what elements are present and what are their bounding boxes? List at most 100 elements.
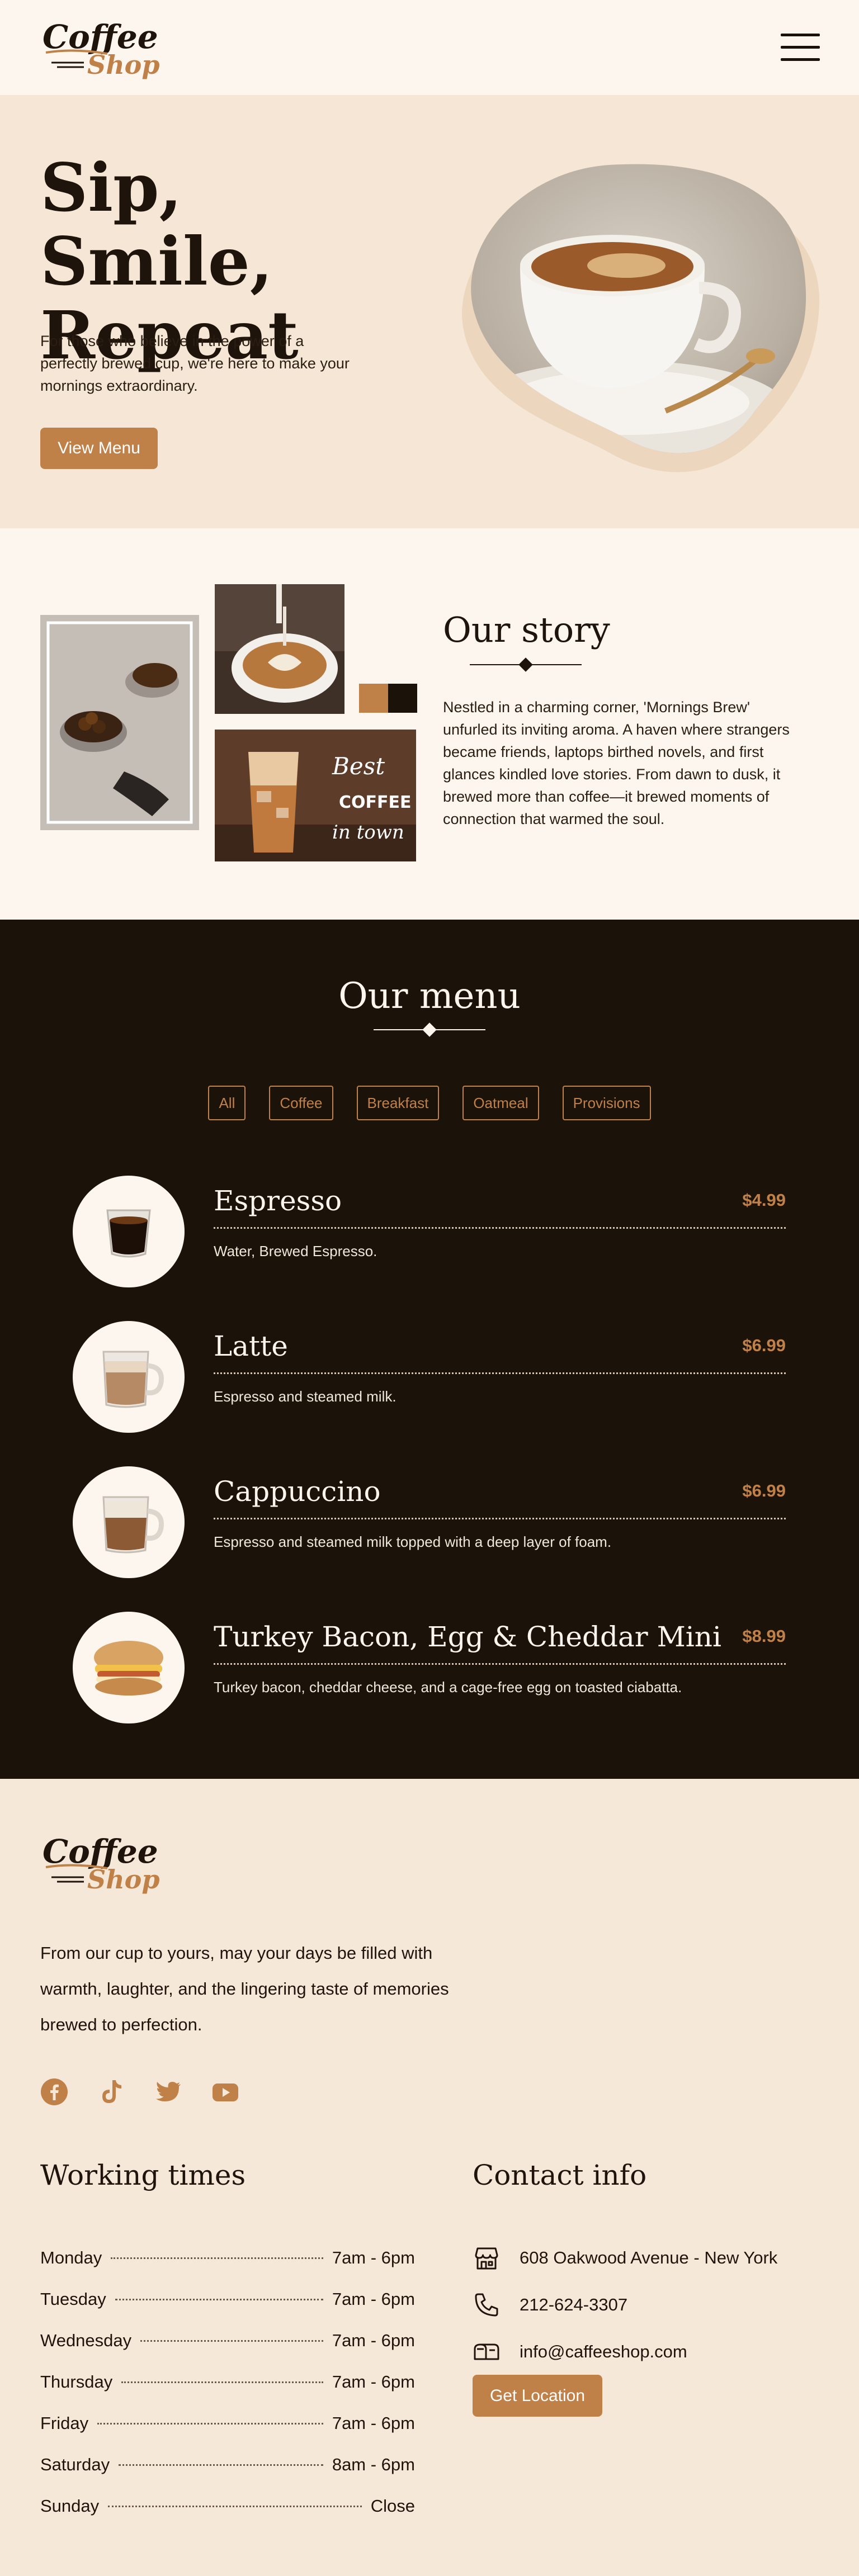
- contact-address: 608 Oakwood Avenue - New York: [473, 2234, 830, 2281]
- hours-day: Saturday: [40, 2455, 110, 2474]
- footer-logo[interactable]: Coffee Shop: [40, 1828, 169, 1895]
- portafilter-photo: [40, 615, 199, 830]
- svg-text:Best: Best: [332, 752, 385, 780]
- logo-mark: Coffee Shop: [43, 1832, 160, 1895]
- view-menu-button[interactable]: View Menu: [40, 428, 158, 469]
- contact-phone[interactable]: 212-624-3307: [473, 2281, 830, 2328]
- tiktok-icon[interactable]: [97, 2078, 125, 2106]
- menu-item-price: $6.99: [742, 1336, 786, 1355]
- filter-breakfast[interactable]: Breakfast: [356, 1086, 440, 1120]
- menu-item-name: Cappuccino: [214, 1475, 381, 1508]
- color-swatch-dark: [388, 684, 417, 713]
- mailbox-icon: [474, 2343, 499, 2360]
- hours-day: Tuesday: [40, 2289, 106, 2309]
- iced-coffee-photo: Best COFFEE in town: [215, 730, 416, 861]
- filter-provisions[interactable]: Provisions: [562, 1086, 651, 1120]
- our-menu-section: Our menu All Coffee Breakfast Oatmeal Pr…: [0, 920, 859, 1779]
- hero-coffee-image: [442, 148, 828, 484]
- phone-text: 212-624-3307: [520, 2295, 628, 2314]
- working-hours-list: Monday 7am - 6pm Tuesday 7am - 6pm Wednesd…: [40, 2237, 415, 2527]
- hours-row-saturday: Saturday 8am - 6pm: [40, 2444, 415, 2485]
- facebook-icon[interactable]: [40, 2078, 68, 2106]
- svg-text:COFFEE: COFFEE: [339, 793, 412, 812]
- logo-mark: Coffee Shop: [43, 18, 160, 80]
- menu-item-price: $4.99: [742, 1190, 786, 1210]
- hours-day: Monday: [40, 2248, 102, 2267]
- story-title: Our story: [443, 609, 610, 650]
- menu-item-dots: [214, 1227, 786, 1229]
- menu-item-turkey-bacon-sandwich[interactable]: Turkey Bacon, Egg & Cheddar Mini $8.99 T…: [73, 1612, 786, 1723]
- menu-item-desc: Turkey bacon, cheddar cheese, and a cage…: [214, 1679, 682, 1696]
- email-text: info@caffeeshop.com: [520, 2342, 687, 2361]
- logo[interactable]: Coffee Shop: [40, 13, 169, 80]
- hours-day: Wednesday: [40, 2331, 132, 2350]
- menu-item-dots: [214, 1372, 786, 1374]
- address-text: 608 Oakwood Avenue - New York: [520, 2248, 778, 2267]
- hours-time: Close: [370, 2496, 415, 2516]
- sandwich-icon: [73, 1612, 185, 1723]
- hero-title-line-1: Sip, Smile,: [40, 149, 273, 300]
- filter-oatmeal[interactable]: Oatmeal: [462, 1086, 539, 1120]
- latte-art-photo: [215, 584, 344, 714]
- social-links: [40, 2078, 239, 2106]
- svg-text:in town: in town: [332, 821, 404, 844]
- menu-item-dots: [214, 1663, 786, 1665]
- menu-divider: [374, 1022, 485, 1037]
- hours-time: 7am - 6pm: [332, 2289, 415, 2309]
- menu-item-dots: [214, 1518, 786, 1519]
- hours-row-thursday: Thursday 7am - 6pm: [40, 2361, 415, 2403]
- phone-icon: [475, 2293, 498, 2317]
- hours-row-wednesday: Wednesday 7am - 6pm: [40, 2320, 415, 2361]
- our-story-section: Best COFFEE in town Our story Nestled in…: [0, 528, 859, 920]
- hours-row-sunday: Sunday Close: [40, 2485, 415, 2527]
- svg-text:Shop: Shop: [87, 1864, 160, 1895]
- menu-item-price: $6.99: [742, 1481, 786, 1500]
- get-location-button[interactable]: Get Location: [473, 2375, 602, 2417]
- menu-item-desc: Espresso and steamed milk.: [214, 1388, 397, 1405]
- menu-filters: All Coffee Breakfast Oatmeal Provisions: [0, 1086, 859, 1120]
- menu-item-name: Latte: [214, 1330, 288, 1362]
- footer-tagline: From our cup to yours, may your days be …: [40, 1943, 449, 2034]
- hours-day: Friday: [40, 2413, 89, 2433]
- hours-time: 8am - 6pm: [332, 2455, 415, 2474]
- svg-text:Shop: Shop: [87, 50, 160, 80]
- youtube-icon[interactable]: [211, 2078, 239, 2106]
- hours-time: 7am - 6pm: [332, 2331, 415, 2350]
- twitter-icon[interactable]: [154, 2078, 182, 2106]
- menu-item-espresso[interactable]: Espresso $4.99 Water, Brewed Espresso.: [73, 1176, 786, 1287]
- menu-item-desc: Espresso and steamed milk topped with a …: [214, 1533, 612, 1550]
- story-text: Nestled in a charming corner, 'Mornings …: [443, 699, 790, 827]
- contact-info-title: Contact info: [473, 2159, 647, 2191]
- hero-text: For those who believe in the power of a …: [40, 333, 350, 394]
- hours-day: Sunday: [40, 2496, 100, 2516]
- filter-coffee[interactable]: Coffee: [269, 1086, 333, 1120]
- menu-item-desc: Water, Brewed Espresso.: [214, 1243, 377, 1259]
- hours-row-tuesday: Tuesday 7am - 6pm: [40, 2279, 415, 2320]
- cappuccino-mug-icon: [73, 1466, 185, 1578]
- store-icon: [475, 2247, 498, 2270]
- site-header: Coffee Shop: [0, 0, 859, 95]
- color-swatch-caramel: [359, 684, 388, 713]
- site-footer: Coffee Shop From our cup to yours, may y…: [0, 1779, 859, 2576]
- hours-row-monday: Monday 7am - 6pm: [40, 2237, 415, 2279]
- contact-info-list: 608 Oakwood Avenue - New York 212-624-33…: [473, 2234, 830, 2375]
- latte-mug-icon: [73, 1321, 185, 1433]
- hours-row-friday: Friday 7am - 6pm: [40, 2403, 415, 2444]
- menu-item-name: Turkey Bacon, Egg & Cheddar Mini: [214, 1621, 721, 1653]
- menu-title: Our menu: [338, 976, 521, 1017]
- hero-section: Sip, Smile, Repeat For those who believe…: [0, 95, 859, 528]
- menu-item-price: $8.99: [742, 1626, 786, 1646]
- working-times-title: Working times: [40, 2159, 246, 2191]
- hours-day: Thursday: [40, 2372, 113, 2392]
- story-divider: [470, 657, 582, 672]
- contact-email[interactable]: info@caffeeshop.com: [473, 2328, 830, 2375]
- menu-hamburger-icon[interactable]: [781, 31, 820, 63]
- hours-time: 7am - 6pm: [332, 2372, 415, 2392]
- espresso-glass-icon: [73, 1176, 185, 1287]
- menu-item-latte[interactable]: Latte $6.99 Espresso and steamed milk.: [73, 1321, 786, 1433]
- hours-time: 7am - 6pm: [332, 2248, 415, 2267]
- filter-all[interactable]: All: [208, 1086, 246, 1120]
- menu-item-name: Espresso: [214, 1185, 342, 1217]
- menu-item-cappuccino[interactable]: Cappuccino $6.99 Espresso and steamed mi…: [73, 1466, 786, 1578]
- hours-time: 7am - 6pm: [332, 2413, 415, 2433]
